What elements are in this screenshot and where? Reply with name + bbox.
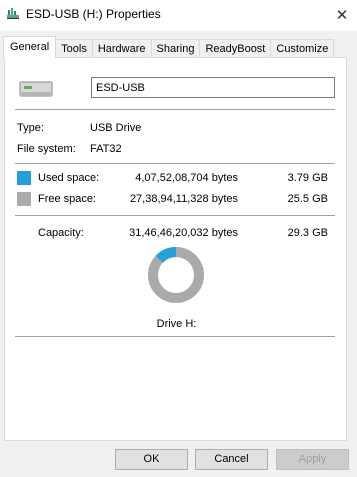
- divider: [15, 109, 335, 110]
- capacity-label: Capacity:: [38, 227, 84, 239]
- close-button[interactable]: ✕: [327, 0, 357, 30]
- volume-name-input[interactable]: [91, 77, 335, 98]
- capacity-bytes: 31,46,46,20,032 bytes: [129, 227, 238, 239]
- file-system-value: FAT32: [90, 143, 122, 155]
- used-space-bytes: 4,07,52,08,704 bytes: [135, 172, 238, 184]
- ok-button[interactable]: OK: [115, 449, 188, 470]
- divider: [15, 336, 335, 337]
- used-space-label: Used space:: [38, 172, 100, 184]
- cancel-button[interactable]: Cancel: [195, 449, 268, 470]
- drive-label: Drive H:: [156, 318, 197, 330]
- tab-customize[interactable]: Customize: [270, 39, 335, 58]
- tab-hardware[interactable]: Hardware: [91, 39, 152, 58]
- close-icon: ✕: [335, 7, 349, 24]
- tab-sharing[interactable]: Sharing: [150, 39, 201, 58]
- used-space-swatch: [17, 171, 31, 185]
- used-space-gb: 3.79 GB: [287, 172, 328, 184]
- free-space-bytes: 27,38,94,11,328 bytes: [129, 193, 238, 205]
- free-space-label: Free space:: [38, 193, 97, 205]
- properties-icon: [7, 8, 19, 19]
- type-value: USB Drive: [90, 122, 142, 134]
- apply-button[interactable]: Apply: [276, 449, 349, 470]
- divider: [15, 215, 335, 216]
- window-title: ESD-USB (H:) Properties: [26, 7, 161, 21]
- tab-general[interactable]: General: [3, 36, 57, 58]
- tab-strip: General Tools Hardware Sharing ReadyBoos…: [3, 36, 335, 58]
- file-system-label: File system:: [17, 143, 76, 155]
- free-space-gb: 25.5 GB: [287, 193, 328, 205]
- free-space-swatch: [17, 192, 31, 206]
- capacity-gb: 29.3 GB: [287, 227, 328, 239]
- usb-drive-icon: [19, 81, 53, 97]
- donut-center: [159, 258, 193, 292]
- tab-readyboost[interactable]: ReadyBoost: [199, 39, 272, 58]
- title-bar: ESD-USB (H:) Properties ✕: [0, 0, 357, 31]
- divider: [15, 163, 335, 164]
- properties-window: ESD-USB (H:) Properties ✕ General Tools …: [0, 0, 357, 477]
- used-space-arc: [155, 247, 177, 263]
- tab-tools[interactable]: Tools: [55, 39, 93, 58]
- usage-donut-chart: [148, 247, 204, 303]
- type-label: Type:: [17, 122, 44, 134]
- general-panel: Type: USB Drive File system: FAT32 Used …: [4, 57, 347, 441]
